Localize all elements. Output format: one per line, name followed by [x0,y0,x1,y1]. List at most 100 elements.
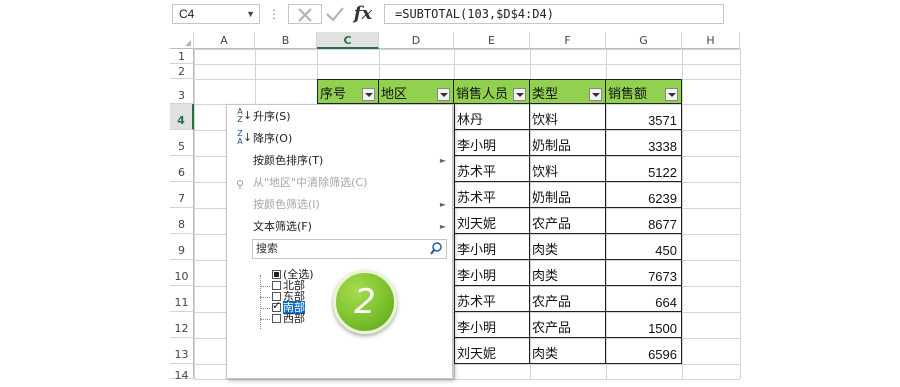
filter-search-input[interactable]: 搜索 [252,239,447,259]
cell-type[interactable]: 农产品 [530,286,606,312]
filter-dropdown-button[interactable] [362,88,375,101]
chevron-right-icon: ► [439,222,446,231]
checkbox[interactable] [272,270,281,279]
name-box-value: C4 [179,7,195,21]
filter-value-label: 西部 [283,312,305,325]
filter-dropdown-button[interactable] [589,88,602,101]
cell-type[interactable]: 肉类 [530,260,606,286]
filter-menu-item[interactable]: 按颜色排序(T) ► [227,150,452,172]
cell-type[interactable]: 奶制品 [530,130,606,156]
filter-dropdown-button[interactable] [513,88,526,101]
search-icon [430,242,442,255]
filter-value-list[interactable]: (全选)北部东部南部西部 [252,263,422,383]
tree-connector [260,297,270,298]
clear-filter-icon: ⚲ [235,178,245,191]
cell-type[interactable]: 肉类 [530,234,606,260]
row-header-12[interactable]: 12 [170,312,194,338]
cell-amount[interactable]: 6239 [606,182,682,208]
cell-amount[interactable]: 6596 [606,338,682,364]
cell-amount[interactable]: 1500 [606,312,682,338]
cell-amount[interactable]: 5122 [606,156,682,182]
row-header-4[interactable]: 4 [170,104,194,130]
filter-dropdown-button[interactable] [665,88,678,101]
cell-sales-person[interactable]: 林丹 [454,104,530,130]
table-header-cell: 销售额 [606,79,682,104]
cell-type[interactable]: 奶制品 [530,182,606,208]
check-icon [326,7,344,22]
column-header-e[interactable]: E [454,32,530,49]
row-header-2[interactable]: 2 [170,64,194,79]
column-header-f[interactable]: F [530,32,606,49]
row-header-5[interactable]: 5 [170,130,194,156]
grid-line [740,49,741,379]
row-header-9[interactable]: 9 [170,234,194,260]
row-header-8[interactable]: 8 [170,208,194,234]
cell-sales-person[interactable]: 苏术平 [454,286,530,312]
cell-sales-person[interactable]: 李小明 [454,260,530,286]
cell-type[interactable]: 饮料 [530,104,606,130]
cell-sales-person[interactable]: 刘天妮 [454,208,530,234]
filter-menu-item-label: 按颜色排序(T) [253,154,324,167]
cell-type[interactable]: 肉类 [530,338,606,364]
row-header-11[interactable]: 11 [170,286,194,312]
column-header-g[interactable]: G [606,32,682,49]
row-header-10[interactable]: 10 [170,260,194,286]
row-header-3[interactable]: 3 [170,79,194,104]
cell-sales-person[interactable]: 李小明 [454,234,530,260]
checkbox[interactable] [272,314,281,323]
filter-menu-item[interactable]: Z A ↓ 降序(O) [227,128,452,150]
filter-value-item[interactable]: 西部 [260,312,305,325]
autofilter-dropdown[interactable]: A Z ↓ 升序(S) Z A ↓ 降序(O) 按颜色排序(T) ► ⚲ 从"地区"中清除筛选(C) 按… [226,104,453,379]
cell-amount[interactable]: 3571 [606,104,682,130]
tree-connector [260,286,270,287]
cell-amount[interactable]: 8677 [606,208,682,234]
cell-sales-person[interactable]: 苏术平 [454,182,530,208]
formula-input[interactable]: =SUBTOTAL(103,$D$4:D4) [384,4,724,24]
cell-amount[interactable]: 664 [606,286,682,312]
filter-dropdown-button[interactable] [437,88,450,101]
tree-connector [260,308,270,309]
cell-amount[interactable]: 450 [606,234,682,260]
checkbox[interactable] [272,281,281,290]
column-header-b[interactable]: B [255,32,317,49]
column-header-d[interactable]: D [379,32,454,49]
name-box[interactable]: C4 ▼ [172,4,260,24]
filter-menu-item: 按颜色筛选(I) ► [227,194,452,216]
cell-type[interactable]: 农产品 [530,312,606,338]
table-header-cell: 序号 [317,79,379,104]
grid-line [194,49,195,379]
step-callout-badge: 2 [333,270,397,334]
row-header-13[interactable]: 13 [170,338,194,364]
column-header-c[interactable]: C [317,32,379,49]
cell-type[interactable]: 农产品 [530,208,606,234]
filter-menu-item[interactable]: 文本筛选(F) ► [227,216,452,238]
cell-sales-person[interactable]: 李小明 [454,312,530,338]
select-all-corner[interactable] [170,32,194,49]
table-header-cell: 销售人员 [454,79,530,104]
tree-connector [260,319,270,320]
insert-function-button[interactable]: fx [352,4,374,24]
enter-formula-button[interactable] [324,4,346,24]
cell-amount[interactable]: 7673 [606,260,682,286]
cell-sales-person[interactable]: 苏术平 [454,156,530,182]
column-header-h[interactable]: H [682,32,740,49]
filter-menu-item: ⚲ 从"地区"中清除筛选(C) [227,172,452,194]
row-header-14[interactable]: 14 [170,364,194,382]
cell-sales-person[interactable]: 刘天妮 [454,338,530,364]
cancel-formula-button[interactable] [288,4,322,24]
row-header-7[interactable]: 7 [170,182,194,208]
checkbox[interactable] [272,300,281,312]
filter-menu-item[interactable]: A Z ↓ 升序(S) [227,106,452,128]
grid-line [194,49,740,50]
cell-type[interactable]: 饮料 [530,156,606,182]
column-header-a[interactable]: A [194,32,255,49]
filter-menu-item-label: 从"地区"中清除筛选(C) [253,176,368,189]
sort-descending-icon: Z A ↓ [237,129,253,146]
chevron-right-icon: ► [439,156,446,165]
cell-sales-person[interactable]: 李小明 [454,130,530,156]
cell-amount[interactable]: 3338 [606,130,682,156]
row-header-6[interactable]: 6 [170,156,194,182]
row-header-1[interactable]: 1 [170,49,194,64]
chevron-down-icon[interactable]: ▼ [246,5,255,23]
filter-menu-item-label: 降序(O) [253,132,293,145]
